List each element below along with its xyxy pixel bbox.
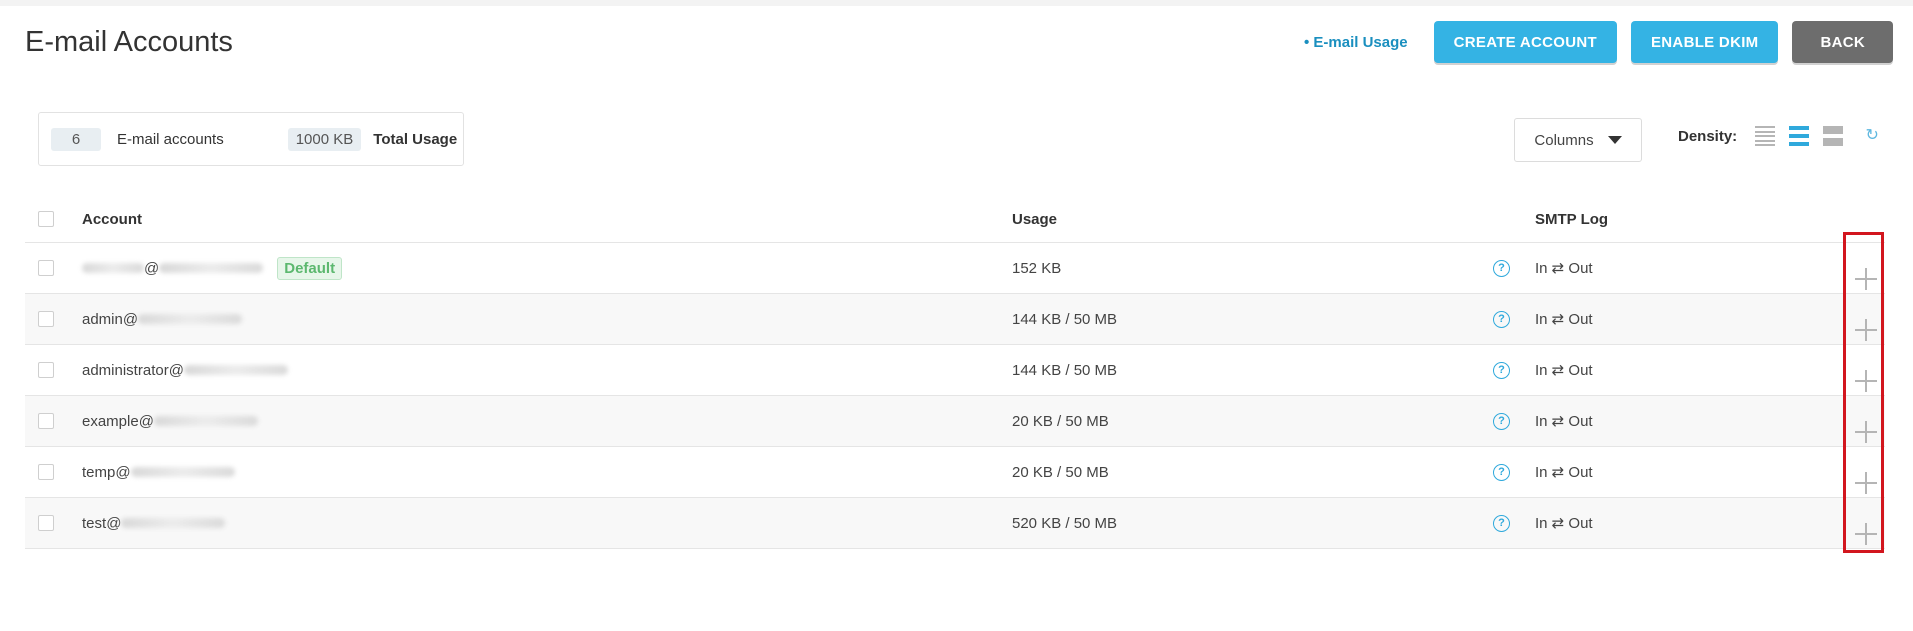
columns-label: Columns [1534, 131, 1594, 149]
smtp-log-link[interactable]: In ⇄ Out [1535, 361, 1593, 379]
row-checkbox[interactable] [38, 515, 54, 531]
total-usage-label: Total Usage [373, 130, 458, 148]
row-checkbox[interactable] [38, 311, 54, 327]
help-icon[interactable]: ? [1493, 259, 1510, 277]
density-wide-icon[interactable] [1823, 126, 1844, 146]
row-checkbox[interactable] [38, 260, 54, 276]
table-row: test @ 520 KB / 50 MB ? In ⇄ Out [25, 498, 1885, 549]
redacted-text [82, 263, 144, 273]
email-usage-link[interactable]: • E-mail Usage [1304, 34, 1408, 51]
default-badge: Default [277, 256, 343, 280]
total-usage-badge: 1000 KB [287, 127, 362, 151]
row-checkbox[interactable] [38, 362, 54, 378]
column-header-account[interactable]: Account [82, 211, 142, 228]
account-at: @ [168, 361, 184, 379]
redacted-text [130, 467, 235, 477]
redacted-text [183, 365, 288, 375]
back-button[interactable]: BACK [1792, 21, 1893, 63]
usage-cell: 20 KB / 50 MB [1012, 412, 1109, 430]
density-label: Density: [1678, 127, 1738, 145]
summary-box: 6 E-mail accounts 1000 KB Total Usage [38, 112, 464, 166]
columns-dropdown[interactable]: Columns [1514, 118, 1642, 162]
account-cell[interactable]: administrator @ [82, 362, 288, 379]
table-row: @ Default 152 KB ? In ⇄ Out [25, 243, 1885, 294]
redacted-text [138, 314, 243, 324]
usage-cell: 152 KB [1012, 259, 1062, 277]
help-icon[interactable]: ? [1493, 310, 1510, 328]
caret-down-icon [1607, 136, 1622, 144]
select-all-checkbox[interactable] [38, 211, 54, 227]
account-prefix: temp [82, 463, 116, 481]
account-cell[interactable]: @ Default [82, 256, 343, 280]
smtp-log-link[interactable]: In ⇄ Out [1535, 259, 1593, 277]
page-header: E-mail Accounts • E-mail Usage CREATE AC… [25, 18, 1893, 66]
account-count-label: E-mail accounts [117, 130, 224, 148]
email-accounts-page: E-mail Accounts • E-mail Usage CREATE AC… [0, 0, 1913, 631]
refresh-icon[interactable]: ↻ [1863, 127, 1881, 145]
table-header-row: Account Usage SMTP Log [25, 196, 1885, 243]
density-compact-icon[interactable] [1755, 126, 1776, 146]
help-icon[interactable]: ? [1493, 361, 1510, 379]
help-icon[interactable]: ? [1493, 514, 1510, 532]
table-row: example @ 20 KB / 50 MB ? In ⇄ Out [25, 396, 1885, 447]
top-strip [0, 0, 1913, 6]
account-at: @ [144, 259, 160, 277]
account-at: @ [106, 514, 122, 532]
redacted-text [121, 518, 226, 528]
account-count-badge: 6 [51, 127, 101, 151]
account-prefix: admin [82, 310, 123, 328]
enable-dkim-button[interactable]: ENABLE DKIM [1631, 21, 1779, 63]
redacted-text [153, 416, 258, 426]
usage-cell: 144 KB / 50 MB [1012, 361, 1118, 379]
create-account-button[interactable]: CREATE ACCOUNT [1433, 21, 1617, 63]
smtp-log-link[interactable]: In ⇄ Out [1535, 463, 1593, 481]
usage-cell: 520 KB / 50 MB [1012, 514, 1118, 532]
column-header-smtp-log[interactable]: SMTP Log [1535, 211, 1608, 228]
account-at: @ [122, 310, 139, 328]
account-cell[interactable]: test @ [82, 514, 226, 532]
usage-cell: 20 KB / 50 MB [1012, 463, 1109, 481]
help-icon[interactable]: ? [1493, 412, 1510, 430]
account-cell[interactable]: example @ [82, 413, 258, 430]
density-control: Density: ↻ [1678, 126, 1881, 146]
row-checkbox[interactable] [38, 464, 54, 480]
help-icon[interactable]: ? [1493, 463, 1510, 481]
table-row: temp @ 20 KB / 50 MB ? In ⇄ Out [25, 447, 1885, 498]
column-header-usage[interactable]: Usage [1012, 211, 1057, 228]
account-at: @ [115, 463, 131, 481]
smtp-log-link[interactable]: In ⇄ Out [1535, 514, 1593, 532]
table-row: administrator @ 144 KB / 50 MB ? In ⇄ Out [25, 345, 1885, 396]
usage-cell: 144 KB / 50 MB [1012, 310, 1118, 328]
table-row: admin @ 144 KB / 50 MB ? In ⇄ Out [25, 294, 1885, 345]
redacted-text [159, 263, 264, 273]
account-prefix: example [82, 412, 139, 430]
page-title: E-mail Accounts [25, 25, 233, 58]
account-cell[interactable]: admin @ [82, 310, 243, 328]
account-cell[interactable]: temp @ [82, 464, 235, 481]
density-normal-icon[interactable] [1789, 126, 1810, 146]
account-prefix: administrator [82, 361, 169, 379]
accounts-table: Account Usage SMTP Log @ Default 152 KB … [25, 196, 1885, 549]
smtp-log-link[interactable]: In ⇄ Out [1535, 310, 1593, 328]
account-prefix: test [82, 514, 107, 532]
account-at: @ [138, 412, 154, 430]
row-checkbox[interactable] [38, 413, 54, 429]
header-actions: • E-mail Usage CREATE ACCOUNT ENABLE DKI… [1304, 21, 1893, 63]
smtp-log-link[interactable]: In ⇄ Out [1535, 412, 1593, 430]
annotation-highlight-box [1843, 232, 1884, 553]
